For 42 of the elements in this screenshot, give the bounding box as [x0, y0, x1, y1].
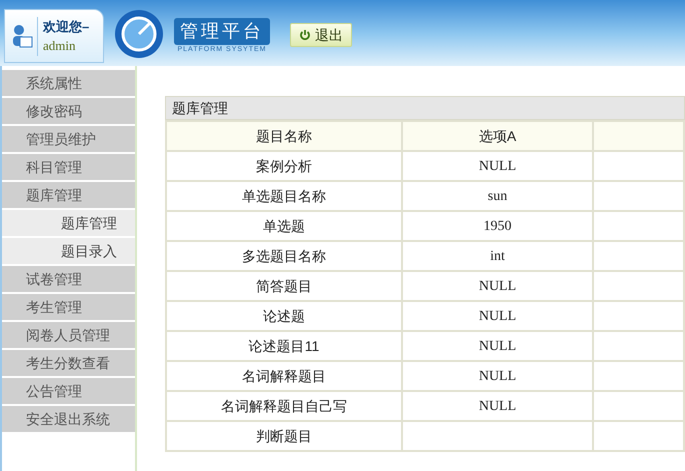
table-cell: NULL: [402, 151, 593, 181]
table-cell: NULL: [402, 331, 593, 361]
table-cell: 单选题: [166, 211, 402, 241]
table-cell: NULL: [402, 271, 593, 301]
table-cell: 简答题目: [166, 271, 402, 301]
menu-item[interactable]: 科目管理: [2, 154, 135, 180]
table-cell: 案例分析: [166, 151, 402, 181]
brand-title: 管理平台: [174, 18, 270, 44]
power-icon: [299, 29, 311, 41]
logout-button[interactable]: 退出: [290, 23, 352, 47]
menu-item[interactable]: 管理员维护: [2, 126, 135, 152]
menu-item[interactable]: 安全退出系统: [2, 406, 135, 432]
menu-item[interactable]: 系统属性: [2, 70, 135, 96]
menu-item[interactable]: 考生管理: [2, 294, 135, 320]
username-text: admin: [43, 37, 76, 55]
menu-item[interactable]: 考生分数查看: [2, 350, 135, 376]
table-cell: 论述题目11: [166, 331, 402, 361]
logo-icon: [114, 9, 164, 59]
submenu-item[interactable]: 题目录入: [2, 238, 135, 264]
user-icon: [11, 24, 33, 48]
table-cell: NULL: [402, 361, 593, 391]
menu-item[interactable]: 题库管理: [2, 182, 135, 208]
menu-item[interactable]: 阅卷人员管理: [2, 322, 135, 348]
submenu-item[interactable]: 题库管理: [2, 210, 135, 236]
column-header: 选项A: [402, 121, 593, 151]
menu-item[interactable]: 公告管理: [2, 378, 135, 404]
panel-title: 题库管理: [165, 96, 685, 120]
menu-item[interactable]: 试卷管理: [2, 266, 135, 292]
table-cell: 1950: [402, 211, 593, 241]
menu-item[interactable]: 修改密码: [2, 98, 135, 124]
table-cell: 判断题目: [166, 421, 402, 451]
table-cell: int: [402, 241, 593, 271]
table-cell: 名词解释题目自己写: [166, 391, 402, 421]
table-cell: sun: [402, 181, 593, 211]
table-cell: NULL: [402, 391, 593, 421]
column-header: 题目名称: [166, 121, 402, 151]
table-cell: 单选题目名称: [166, 181, 402, 211]
table-cell: 名词解释题目: [166, 361, 402, 391]
table-cell: 多选题目名称: [166, 241, 402, 271]
greeting-text: 欢迎您–: [43, 18, 90, 36]
table-cell: NULL: [402, 301, 593, 331]
table-cell: 论述题: [166, 301, 402, 331]
